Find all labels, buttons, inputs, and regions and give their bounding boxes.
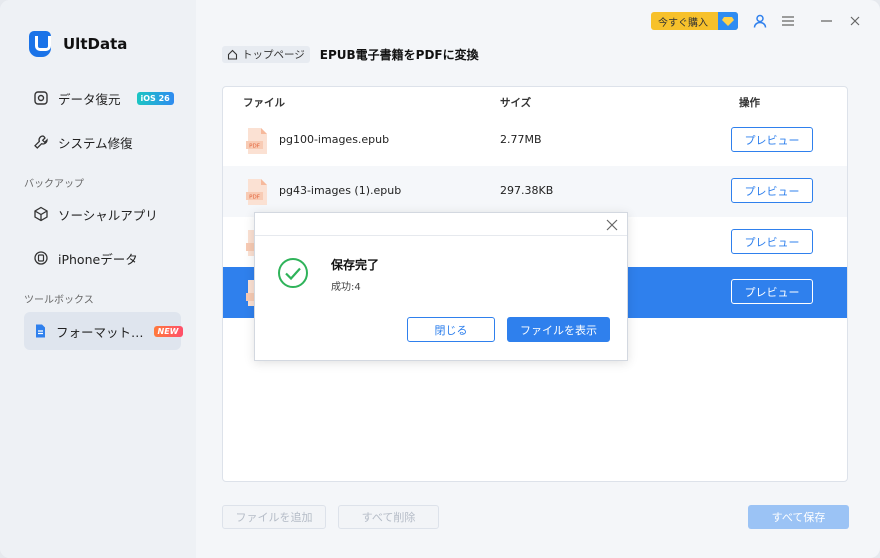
buy-now-button[interactable]: 今すぐ購入 xyxy=(651,12,738,30)
sidebar-item-format-convert[interactable]: フォーマット… NEW xyxy=(24,312,183,350)
dialog-close-button[interactable]: 閉じる xyxy=(407,317,495,342)
app-name: UltData xyxy=(63,35,128,53)
app-window: UltData データ復元 iOS 26 システム修復 バックアップ ソーシャル… xyxy=(0,0,880,558)
pdf-file-icon: PDF xyxy=(246,179,267,205)
column-header-action: 操作 xyxy=(739,97,760,109)
sidebar-item-label: フォーマット… xyxy=(56,324,144,340)
user-icon[interactable] xyxy=(751,12,769,30)
document-convert-icon xyxy=(32,322,48,340)
close-icon[interactable] xyxy=(846,12,864,30)
pdf-file-icon: PDF xyxy=(246,128,267,154)
file-size: 297.38KB xyxy=(500,184,554,197)
column-header-size: サイズ xyxy=(500,97,532,109)
pdf-icon-label: PDF xyxy=(249,195,260,201)
home-icon xyxy=(227,49,238,60)
page-title: EPUB電子書籍をPDFに変換 xyxy=(319,47,479,62)
breadcrumb: トップページ EPUB電子書籍をPDFに変換 xyxy=(222,45,479,63)
app-logo: UltData xyxy=(29,31,127,57)
wrench-icon xyxy=(32,133,50,151)
save-complete-dialog: 保存完了 成功:4 閉じる ファイルを表示 xyxy=(254,212,628,361)
sidebar-item-data-recovery[interactable]: データ復元 iOS 26 xyxy=(24,79,181,117)
file-size: 2.77MB xyxy=(500,133,542,146)
sidebar-item-label: ソーシャルアプリ xyxy=(58,207,158,223)
ios-badge: iOS 26 xyxy=(136,91,174,105)
sidebar: UltData データ復元 iOS 26 システム修復 バックアップ ソーシャル… xyxy=(0,0,196,558)
section-backup: バックアップ xyxy=(24,179,84,190)
buy-now-label: 今すぐ購入 xyxy=(658,17,708,29)
pdf-icon-label: PDF xyxy=(249,144,260,150)
minimize-icon[interactable] xyxy=(817,12,835,30)
sidebar-item-social-apps[interactable]: ソーシャルアプリ xyxy=(24,195,181,233)
breadcrumb-home-label: トップページ xyxy=(242,48,305,61)
menu-icon[interactable] xyxy=(779,12,797,30)
show-file-button[interactable]: ファイルを表示 xyxy=(507,317,610,342)
new-badge: NEW xyxy=(153,325,183,337)
add-file-button[interactable]: ファイルを追加 xyxy=(222,505,326,529)
sidebar-item-label: iPhoneデータ xyxy=(58,251,138,267)
preview-button[interactable]: プレビュー xyxy=(731,279,813,304)
preview-button[interactable]: プレビュー xyxy=(731,229,813,254)
ultdata-logo-icon xyxy=(29,31,51,57)
table-row[interactable]: PDF pg100-images.epub 2.77MB プレビュー xyxy=(223,115,847,166)
sidebar-item-label: データ復元 xyxy=(58,91,121,107)
cube-icon xyxy=(32,205,50,223)
recovery-icon xyxy=(32,89,50,107)
table-row[interactable]: PDF pg43-images (1).epub 297.38KB プレビュー xyxy=(223,166,847,217)
file-name: pg100-images.epub xyxy=(279,133,390,146)
sidebar-item-iphone-data[interactable]: iPhoneデータ xyxy=(24,239,181,277)
breadcrumb-home[interactable]: トップページ xyxy=(222,45,310,63)
sync-icon xyxy=(32,249,50,267)
sidebar-item-system-repair[interactable]: システム修復 xyxy=(24,123,181,161)
success-check-icon xyxy=(278,258,308,288)
column-header-file: ファイル xyxy=(243,97,285,109)
delete-all-button[interactable]: すべて削除 xyxy=(338,505,439,529)
dialog-close-icon[interactable] xyxy=(605,218,619,232)
save-all-button[interactable]: すべて保存 xyxy=(748,505,849,529)
dialog-divider xyxy=(255,235,627,236)
preview-button[interactable]: プレビュー xyxy=(731,127,813,152)
preview-button[interactable]: プレビュー xyxy=(731,178,813,203)
file-name: pg43-images (1).epub xyxy=(279,184,402,197)
sidebar-item-label: システム修復 xyxy=(58,135,133,151)
dialog-title: 保存完了 xyxy=(331,258,380,272)
diamond-icon xyxy=(718,12,738,30)
section-toolbox: ツールボックス xyxy=(24,295,94,306)
table-header: ファイル サイズ 操作 xyxy=(223,87,847,115)
dialog-message: 成功:4 xyxy=(331,282,361,293)
